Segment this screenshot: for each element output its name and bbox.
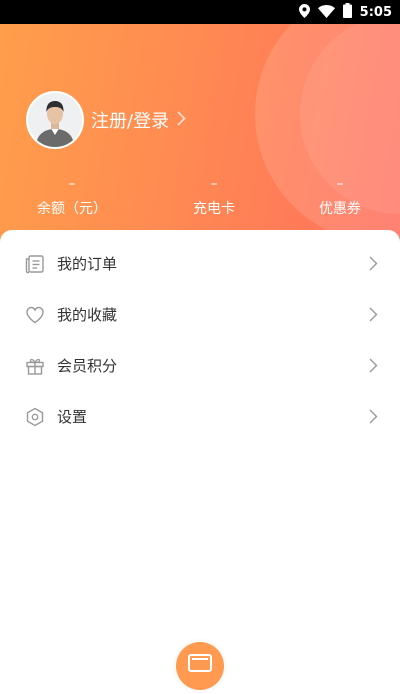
status-time: 5:05 [359, 4, 392, 20]
chevron-right-icon [368, 358, 378, 374]
stat-balance[interactable]: – 余额（元） [32, 176, 112, 218]
stat-balance-label: 余额（元） [37, 201, 107, 217]
account-stats: – 余额（元） – 充电卡 – 优惠券 [0, 176, 400, 226]
menu-item-settings[interactable]: 设置 [0, 391, 400, 442]
menu-card: 我的订单 我的收藏 会员积分 设置 [0, 230, 400, 660]
orders-icon [25, 254, 45, 274]
stat-balance-value: – [68, 176, 76, 192]
status-bar: 5:05 [0, 0, 400, 24]
chevron-right-icon [368, 256, 378, 272]
status-icons: 5:05 [298, 0, 392, 24]
menu-item-member-points[interactable]: 会员积分 [0, 340, 400, 391]
menu-item-settings-label: 设置 [57, 408, 88, 426]
stat-coupons-value: – [336, 176, 344, 192]
login-register-label: 注册/登录 [91, 111, 170, 132]
scan-charge-button[interactable] [176, 642, 224, 690]
login-register-button[interactable]: 注册/登录 [91, 107, 186, 133]
menu-item-member-points-label: 会员积分 [57, 357, 118, 375]
stat-charging-card-label: 充电卡 [193, 201, 235, 217]
wifi-icon [317, 3, 335, 22]
stat-charging-card[interactable]: – 充电卡 [174, 176, 254, 218]
menu-item-orders[interactable]: 我的订单 [0, 238, 400, 289]
menu-item-favorites-label: 我的收藏 [57, 306, 118, 324]
stat-coupons-label: 优惠券 [319, 201, 361, 217]
stat-coupons[interactable]: – 优惠券 [300, 176, 380, 218]
heart-icon [25, 305, 45, 325]
profile-header: 注册/登录 – 余额（元） – 充电卡 – 优惠券 [0, 24, 400, 254]
settings-icon [25, 407, 45, 427]
menu-item-favorites[interactable]: 我的收藏 [0, 289, 400, 340]
user-avatar-icon[interactable] [26, 91, 84, 149]
chevron-right-icon [368, 307, 378, 323]
battery-icon [342, 2, 352, 22]
gift-icon [25, 356, 45, 376]
stat-charging-card-value: – [210, 176, 218, 192]
menu-item-orders-label: 我的订单 [57, 255, 118, 273]
location-icon [298, 3, 310, 22]
chevron-right-icon [177, 110, 186, 130]
chevron-right-icon [368, 409, 378, 425]
scan-icon [188, 654, 212, 672]
